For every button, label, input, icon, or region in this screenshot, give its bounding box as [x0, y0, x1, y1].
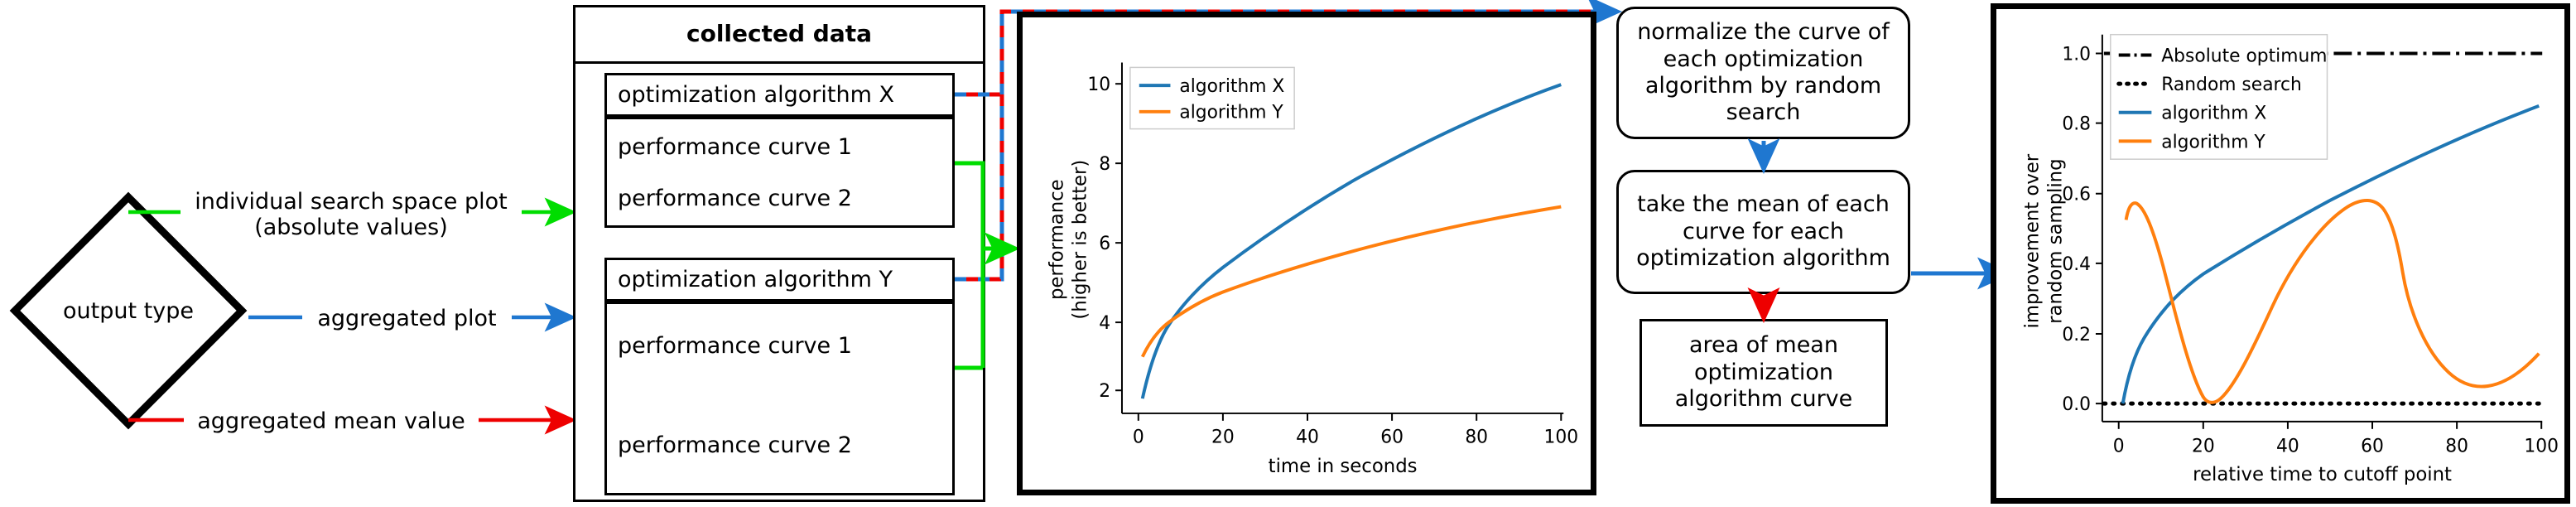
svg-text:10: 10 [1087, 75, 1110, 95]
chart2-legend: Absolute optimum Random search algorithm… [2110, 33, 2328, 160]
improvement-chart: 1.0 0.8 0.6 0.4 0.2 0.0 0 20 40 60 80 10… [2022, 33, 2559, 485]
edge-label-blue: aggregated plot [302, 306, 512, 331]
chart1-ylabel-line2: (higher is better) [1069, 160, 1091, 320]
improvement-frame: 1.0 0.8 0.6 0.4 0.2 0.0 0 20 40 60 80 10… [1994, 7, 2567, 500]
chart2-series-y [2124, 199, 2540, 404]
svg-text:0.8: 0.8 [2062, 114, 2091, 135]
svg-text:4: 4 [1099, 313, 1110, 334]
svg-text:0.4: 0.4 [2062, 254, 2091, 275]
svg-text:0: 0 [2113, 437, 2125, 457]
svg-text:40: 40 [2276, 437, 2299, 457]
svg-text:40: 40 [1296, 427, 1319, 448]
chart2-y-ticks: 1.0 0.8 0.6 0.4 0.2 0.0 [2062, 44, 2102, 415]
svg-text:20: 20 [1211, 427, 1235, 448]
process-step-area: area of mean optimization algorithm curv… [1639, 319, 1888, 427]
algorithm-x-curve-2: performance curve 2 [618, 185, 852, 211]
chart1-legend: algorithm X algorithm Y [1129, 66, 1295, 130]
svg-text:20: 20 [2192, 437, 2215, 457]
chart2-x-ticks: 0 20 40 60 80 100 [2113, 421, 2559, 457]
chart2-legend-label-x: algorithm X [2161, 104, 2266, 124]
flow-diagram-canvas: output type individual search space plot… [0, 0, 2576, 507]
performance-curves-chart: 10 8 6 4 2 0 20 40 60 80 100 algorithm X… [1047, 62, 1578, 477]
chart2-ylabel-line2: random sampling [2044, 158, 2066, 323]
edge-label-green: individual search space plot (absolute v… [181, 189, 522, 240]
edge-label-green-line2: (absolute values) [254, 215, 448, 241]
chart1-series-x [1140, 83, 1562, 399]
chart1-x-ticks: 0 20 40 60 80 100 [1133, 413, 1578, 448]
chart2-legend-label-y: algorithm Y [2161, 132, 2265, 152]
svg-text:80: 80 [2445, 437, 2468, 457]
svg-text:100: 100 [1543, 427, 1578, 448]
edge-label-red-line1: aggregated mean value [197, 408, 465, 434]
svg-text:1.0: 1.0 [2062, 44, 2091, 65]
svg-text:0: 0 [1133, 427, 1144, 448]
algorithm-y-curve-2: performance curve 2 [618, 432, 852, 458]
svg-text:6: 6 [1099, 234, 1110, 254]
process-step-normalize: normalize the curve of each optimization… [1616, 7, 1910, 139]
algorithm-x-curve-1: performance curve 1 [618, 133, 852, 160]
svg-text:60: 60 [1380, 427, 1404, 448]
algorithm-y-label: optimization algorithm Y [618, 267, 893, 292]
chart2-ylabel-line1: improvement over [2022, 153, 2044, 328]
collected-data-header-divider [573, 61, 985, 64]
svg-text:8: 8 [1099, 154, 1110, 175]
chart2-legend-label-random: Random search [2161, 75, 2302, 95]
chart2-legend-label-optimum: Absolute optimum [2161, 46, 2327, 66]
edge-label-green-line1: individual search space plot [195, 189, 508, 215]
chart2-xlabel: relative time to cutoff point [2193, 464, 2452, 485]
chart1-legend-label-x: algorithm X [1179, 76, 1284, 97]
performance-curves-panel: 10 8 6 4 2 0 20 40 60 80 100 algorithm X… [1017, 12, 1596, 495]
svg-text:0.6: 0.6 [2062, 185, 2091, 205]
svg-text:100: 100 [2524, 437, 2559, 457]
svg-text:80: 80 [1465, 427, 1488, 448]
edge-label-blue-line1: aggregated plot [317, 306, 497, 331]
collected-data-title: collected data [686, 19, 872, 47]
chart1-y-ticks: 10 8 6 4 2 [1087, 75, 1122, 402]
process-step-mean: take the mean of each curve for each opt… [1616, 170, 1910, 294]
svg-text:60: 60 [2361, 437, 2384, 457]
svg-text:0.0: 0.0 [2062, 394, 2091, 415]
svg-text:2: 2 [1099, 381, 1110, 402]
improvement-panel: 1.0 0.8 0.6 0.4 0.2 0.0 0 20 40 60 80 10… [1991, 3, 2570, 504]
performance-curves-frame: 10 8 6 4 2 0 20 40 60 80 100 algorithm X… [1020, 15, 1593, 492]
algorithm-x-label: optimization algorithm X [618, 82, 894, 108]
svg-text:0.2: 0.2 [2062, 325, 2091, 345]
chart1-ylabel-line1: performance [1047, 179, 1068, 300]
chart1-legend-label-y: algorithm Y [1179, 103, 1283, 123]
algorithm-y-curve-1: performance curve 1 [618, 332, 852, 359]
chart1-xlabel: time in seconds [1269, 456, 1418, 477]
edge-label-red: aggregated mean value [184, 408, 479, 434]
